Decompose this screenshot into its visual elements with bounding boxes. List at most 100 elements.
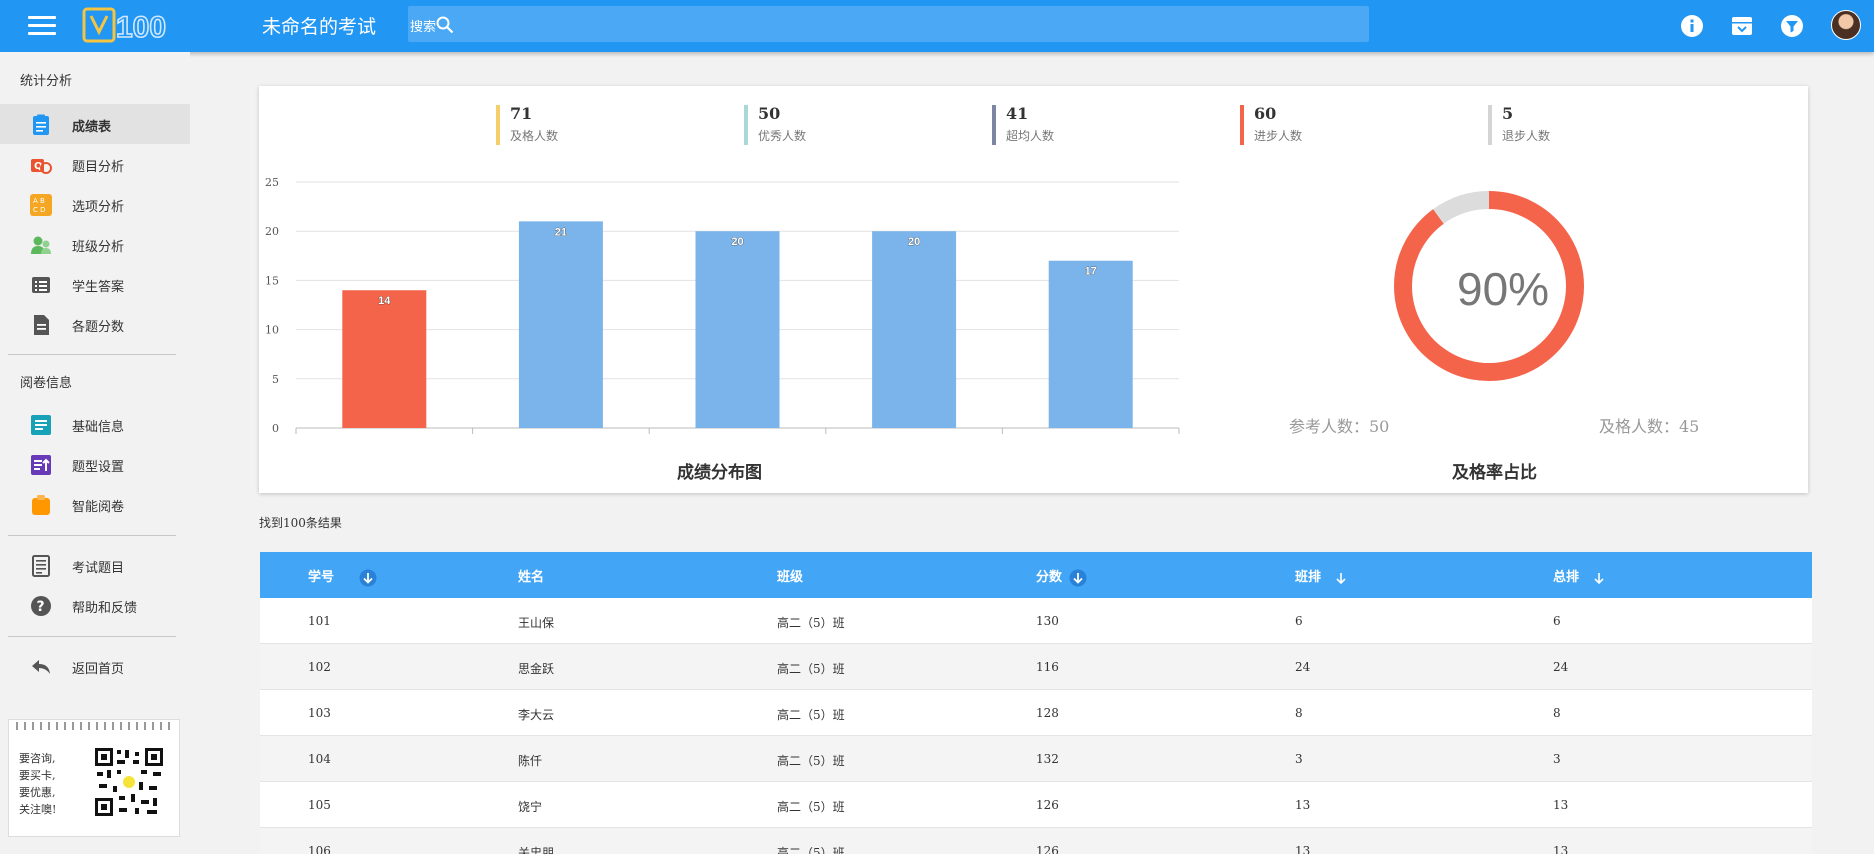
svg-text:C D: C D	[33, 206, 46, 214]
cell-score: 128	[1036, 706, 1059, 720]
bar-data-label: 20	[731, 236, 743, 248]
user-avatar[interactable]	[1831, 10, 1861, 40]
bar-91-100	[1048, 260, 1133, 428]
qr-code-image	[93, 746, 165, 818]
y-tick-label: 10	[265, 324, 279, 337]
exam-title[interactable]: 未命名的考试	[262, 12, 376, 39]
sidebar-divider	[8, 636, 176, 637]
qr-caption-line: 要优惠,	[19, 786, 56, 799]
y-tick-label: 15	[265, 274, 279, 287]
sidebar-item-class-analysis[interactable]: 班级分析	[0, 224, 190, 264]
cell-student-id: 101	[308, 614, 331, 628]
bar-chart-title: 成绩分布图	[677, 463, 762, 483]
stat-label: 优秀人数	[758, 129, 807, 143]
bar-1-60	[342, 290, 427, 428]
hamburger-menu-icon[interactable]	[28, 16, 56, 36]
pass-rate-value: 90%	[1457, 263, 1550, 315]
stat-excellent-count: 50 优秀人数	[744, 104, 806, 146]
cell-student-id: 104	[308, 752, 331, 766]
sidebar-item-student-answers[interactable]: 学生答案	[0, 264, 190, 304]
sidebar-item-exam-questions[interactable]: 考试题目	[0, 545, 190, 585]
cell-class-rank: 6	[1295, 614, 1303, 628]
sidebar-item-label: 班级分析	[72, 240, 125, 255]
sort-circle-down-icon[interactable]	[1069, 569, 1087, 587]
sidebar-item-question-type[interactable]: 题型设置	[0, 444, 190, 484]
back-arrow-icon	[32, 660, 50, 674]
bar-71-80	[695, 231, 780, 428]
qr-code-card[interactable]: 要咨询, 要买卡, 要优惠, 关注噢!	[8, 719, 180, 837]
cell-class: 高二（5）班	[777, 754, 845, 768]
table-row[interactable]: 103 李大云 高二（5）班 128 8 8	[260, 690, 1812, 736]
sidebar-item-smart-grading[interactable]: 智能阅卷	[0, 484, 190, 524]
info-icon[interactable]	[1680, 14, 1704, 38]
cell-student-id: 105	[308, 798, 331, 812]
cell-class: 高二（5）班	[777, 662, 845, 676]
qr-caption-line: 要咨询,	[19, 752, 56, 765]
sidebar-item-label: 考试题目	[72, 561, 125, 576]
cell-name: 饶宁	[518, 800, 543, 814]
question-analysis-icon: Q	[31, 159, 52, 174]
top-app-bar: 100 未命名的考试 搜索	[0, 0, 1874, 52]
stat-improved-count: 60 进步人数	[1240, 104, 1302, 146]
stat-value: 5	[1502, 104, 1514, 123]
column-header-class[interactable]: 班级	[777, 566, 803, 585]
table-row[interactable]: 102 思金跃 高二（5）班 116 24 24	[260, 644, 1812, 690]
column-header-label: 总排	[1553, 570, 1580, 585]
table-row[interactable]: 101 王山保 高二（5）班 130 6 6	[260, 598, 1812, 644]
stat-value: 41	[1006, 104, 1029, 123]
sidebar-item-help-feedback[interactable]: ? 帮助和反馈	[0, 585, 190, 625]
info-list-icon	[31, 415, 51, 435]
bar-data-label: 17	[1085, 266, 1097, 278]
table-row[interactable]: 106 关忠朋 高二（5）班 126 13 13	[260, 828, 1812, 854]
sidebar-item-back-home[interactable]: 返回首页	[0, 646, 190, 686]
column-header-total-rank[interactable]: 总排	[1553, 566, 1606, 585]
cell-total-rank: 13	[1553, 844, 1569, 854]
cell-total-rank: 24	[1553, 660, 1569, 674]
sort-arrow-down-icon[interactable]	[1334, 571, 1348, 585]
sidebar-divider	[8, 535, 176, 536]
stat-label: 及格人数	[510, 129, 559, 143]
cell-class-rank: 13	[1295, 798, 1311, 812]
sort-arrow-down-icon[interactable]	[1592, 571, 1606, 585]
table-row[interactable]: 104 陈仟 高二（5）班 132 3 3	[260, 736, 1812, 782]
archive-icon[interactable]	[1730, 14, 1754, 38]
stat-color-bar	[1240, 105, 1244, 145]
sidebar-section-title: 统计分析	[20, 74, 73, 89]
cell-total-rank: 6	[1553, 614, 1561, 628]
list-icon	[32, 277, 50, 293]
y-tick-label: 25	[265, 176, 279, 189]
column-header-student-id[interactable]: 学号	[308, 566, 377, 587]
passed-count: 及格人数：45	[1599, 417, 1700, 436]
sidebar-item-label: 帮助和反馈	[72, 601, 138, 616]
filter-icon[interactable]	[1780, 14, 1804, 38]
result-count: 找到100条结果	[259, 516, 342, 530]
stat-label: 进步人数	[1254, 129, 1303, 143]
cell-student-id: 102	[308, 660, 331, 674]
cell-class: 高二（5）班	[777, 800, 845, 814]
search-label: 搜索	[410, 20, 437, 35]
sidebar-item-question-scores[interactable]: 各题分数	[0, 304, 190, 344]
sidebar-item-question-analysis[interactable]: Q 题目分析	[0, 144, 190, 184]
column-header-name[interactable]: 姓名	[518, 566, 544, 585]
column-header-score[interactable]: 分数	[1036, 566, 1087, 587]
sidebar-item-basic-info[interactable]: 基础信息	[0, 404, 190, 444]
sidebar-item-option-analysis[interactable]: A B C D 选项分析	[0, 184, 190, 224]
cell-name: 陈仟	[518, 754, 543, 768]
question-type-icon	[31, 455, 51, 475]
cell-total-rank: 3	[1553, 752, 1561, 766]
app-logo[interactable]: 100	[82, 6, 182, 44]
donut-chart-title: 及格率占比	[1452, 463, 1537, 483]
sidebar-item-grade-sheet[interactable]: 成绩表	[0, 104, 190, 144]
stat-label: 超均人数	[1006, 129, 1055, 143]
sort-circle-down-icon[interactable]	[359, 569, 377, 587]
search-input[interactable]	[448, 6, 1348, 42]
search-box[interactable]: 搜索	[408, 6, 1369, 42]
sidebar-item-label: 返回首页	[72, 662, 125, 677]
y-tick-label: 20	[265, 225, 279, 238]
stat-regressed-count: 5 退步人数	[1488, 104, 1550, 146]
cell-score: 126	[1036, 844, 1059, 854]
column-header-class-rank[interactable]: 班排	[1295, 566, 1348, 585]
table-row[interactable]: 105 饶宁 高二（5）班 126 13 13	[260, 782, 1812, 828]
cell-name: 思金跃	[518, 662, 555, 676]
column-header-label: 班排	[1295, 570, 1322, 585]
